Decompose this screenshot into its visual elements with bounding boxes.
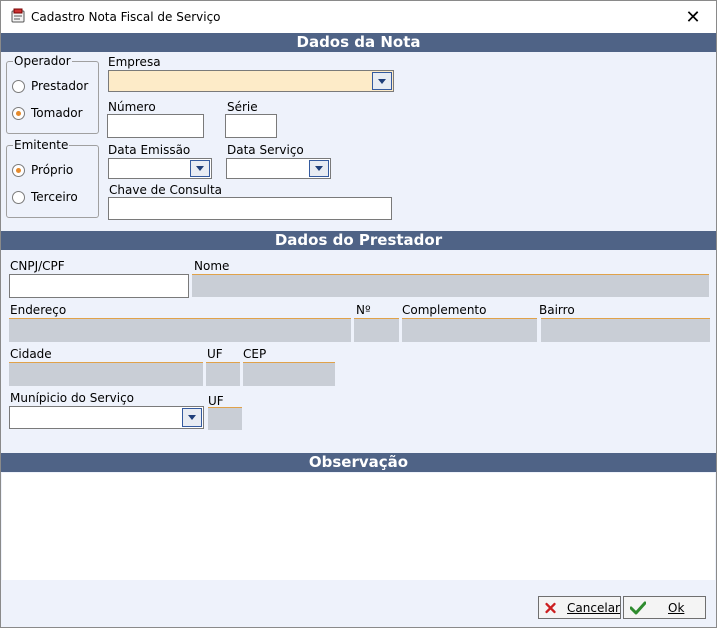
observacao-textarea[interactable] bbox=[2, 473, 715, 580]
serie-label: Série bbox=[227, 100, 258, 114]
numero-input[interactable] bbox=[107, 114, 204, 138]
radio-tomador[interactable]: Tomador bbox=[12, 106, 83, 120]
radio-proprio[interactable]: Próprio bbox=[12, 163, 73, 177]
window-title: Cadastro Nota Fiscal de Serviço bbox=[31, 10, 221, 24]
empresa-label: Empresa bbox=[108, 55, 161, 69]
radio-label: Tomador bbox=[31, 106, 83, 120]
x-icon bbox=[545, 602, 556, 613]
chevron-down-icon bbox=[315, 166, 323, 171]
complemento-label: Complemento bbox=[402, 303, 487, 317]
section-observacao: Observação bbox=[1, 453, 716, 472]
chevron-down-icon bbox=[188, 415, 196, 420]
operador-legend: Operador bbox=[13, 54, 72, 68]
nome-label: Nome bbox=[194, 259, 230, 273]
close-button[interactable]: ✕ bbox=[670, 1, 716, 33]
cidade-field bbox=[9, 362, 203, 386]
data-servico-label: Data Serviço bbox=[227, 143, 304, 157]
data-servico-picker[interactable] bbox=[226, 158, 331, 179]
municipio-uf-label: UF bbox=[208, 394, 224, 408]
data-emissao-label: Data Emissão bbox=[108, 143, 191, 157]
ok-button[interactable]: Ok bbox=[623, 596, 706, 619]
close-icon: ✕ bbox=[685, 6, 701, 28]
cancel-button[interactable]: Cancelar bbox=[538, 596, 621, 619]
radio-label: Próprio bbox=[31, 163, 74, 177]
bairro-field bbox=[541, 318, 710, 342]
radio-prestador[interactable]: Prestador bbox=[12, 79, 88, 93]
uf-field bbox=[206, 362, 240, 386]
numero-prestador-label: Nº bbox=[356, 303, 371, 317]
chave-label: Chave de Consulta bbox=[109, 183, 223, 197]
cidade-label: Cidade bbox=[10, 347, 52, 361]
bairro-label: Bairro bbox=[539, 303, 575, 317]
cep-field bbox=[243, 362, 335, 386]
municipio-label: Munípicio do Serviço bbox=[10, 391, 135, 405]
radio-label: Prestador bbox=[31, 79, 89, 93]
endereco-field bbox=[9, 318, 351, 342]
radio-circle[interactable] bbox=[12, 163, 25, 177]
operador-group: Operador Prestador Tomador bbox=[6, 54, 99, 134]
radio-circle[interactable] bbox=[12, 79, 25, 93]
nome-field bbox=[192, 274, 709, 297]
chave-input[interactable] bbox=[108, 197, 392, 220]
title-bar: Cadastro Nota Fiscal de Serviço ✕ bbox=[1, 1, 716, 33]
chevron-down-icon bbox=[378, 78, 386, 84]
dialog-window: Cadastro Nota Fiscal de Serviço ✕ Dados … bbox=[0, 0, 717, 628]
municipio-select[interactable] bbox=[9, 406, 204, 429]
cancel-label: Cancelar bbox=[567, 600, 620, 615]
municipio-dropdown-button[interactable] bbox=[182, 408, 202, 427]
numero-prestador-field bbox=[354, 318, 399, 342]
radio-terceiro[interactable]: Terceiro bbox=[12, 190, 78, 204]
emitente-legend: Emitente bbox=[13, 138, 70, 152]
empresa-dropdown-button[interactable] bbox=[372, 72, 392, 90]
radio-label: Terceiro bbox=[31, 190, 78, 204]
section-dados-nota: Dados da Nota bbox=[1, 33, 716, 52]
municipio-uf-field bbox=[208, 407, 242, 430]
section-dados-prestador: Dados do Prestador bbox=[1, 231, 716, 250]
radio-circle[interactable] bbox=[12, 190, 25, 204]
emitente-group: Emitente Próprio Terceiro bbox=[6, 138, 99, 218]
check-icon bbox=[630, 601, 646, 614]
data-emissao-picker[interactable] bbox=[108, 158, 212, 179]
cnpj-input[interactable] bbox=[9, 274, 189, 298]
serie-input[interactable] bbox=[225, 114, 277, 138]
endereco-label: Endereço bbox=[10, 303, 67, 317]
app-icon bbox=[11, 8, 25, 23]
data-servico-dropdown-button[interactable] bbox=[309, 160, 329, 177]
radio-circle[interactable] bbox=[12, 106, 25, 120]
cep-label: CEP bbox=[243, 347, 267, 361]
cnpj-label: CNPJ/CPF bbox=[10, 259, 65, 273]
data-emissao-dropdown-button[interactable] bbox=[190, 160, 210, 177]
uf-label: UF bbox=[207, 347, 223, 361]
numero-label: Número bbox=[108, 100, 156, 114]
chevron-down-icon bbox=[196, 166, 204, 171]
empresa-select[interactable] bbox=[108, 70, 394, 92]
complemento-field bbox=[402, 318, 537, 342]
ok-label: Ok bbox=[668, 600, 685, 615]
